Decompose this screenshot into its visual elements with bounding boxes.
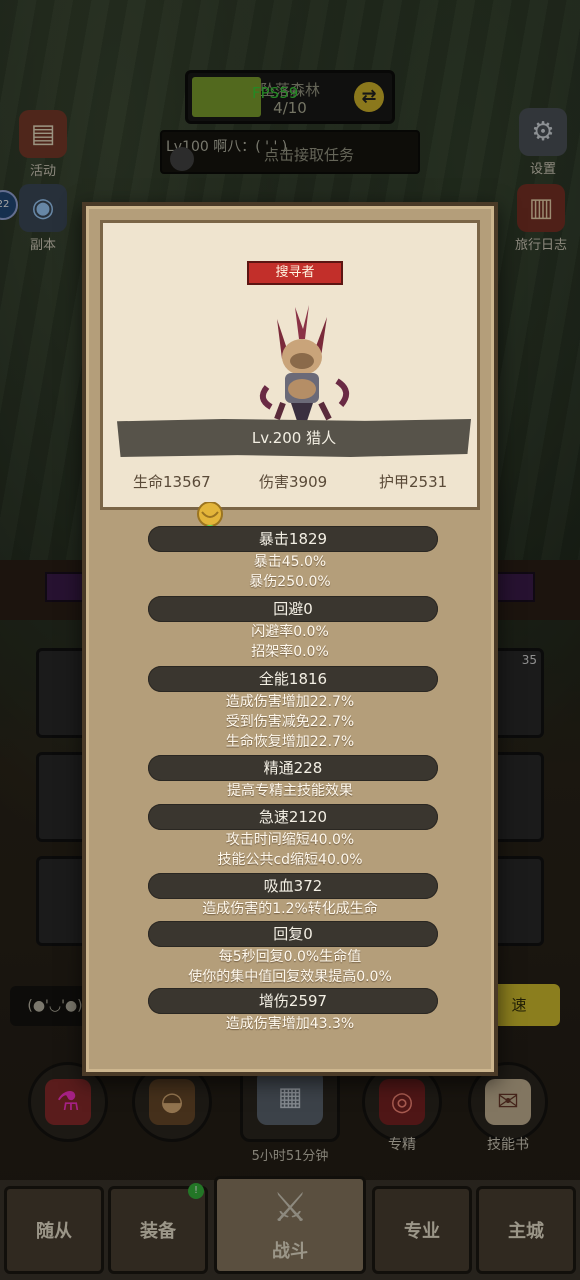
stat-detail-regen-health: 每5秒回复0.0%生命值 (218, 949, 362, 965)
stat-header-lifesteal: 吸血372 (148, 873, 438, 899)
hero-card: 搜寻者 Lv.200 猎人 生命13567 伤害3909 护甲2531 (100, 220, 480, 510)
stat-detail-attack-time: 攻击时间缩短40.0% (225, 832, 355, 848)
stat-detail-damage-bonus: 造成伤害增加43.3% (225, 1016, 355, 1032)
stat-detail-crit-damage: 暴伤250.0% (249, 574, 331, 590)
stat-detail-parry: 招架率0.0% (251, 644, 329, 660)
role-tag: 搜寻者 (247, 261, 343, 285)
armor-stat: 护甲2531 (379, 473, 448, 491)
stat-detail-lifesteal: 造成伤害的1.2%转化成生命 (202, 901, 378, 917)
stat-detail-healing-increase: 生命恢复增加22.7% (225, 734, 355, 750)
stat-detail-damage-increase: 造成伤害增加22.7% (225, 694, 355, 710)
stat-header-haste: 急速2120 (148, 804, 438, 830)
stat-header-mastery: 精通228 (148, 755, 438, 781)
stat-header-damage-bonus: 增伤2597 (148, 988, 438, 1014)
stats-modal: 搜寻者 Lv.200 猎人 生命13567 伤害3909 护甲2531 暴击18… (82, 202, 498, 1076)
stat-header-regen: 回复0 (148, 921, 438, 947)
stat-detail-global-cd: 技能公共cd缩短40.0% (217, 852, 363, 868)
stat-detail-damage-reduction: 受到伤害减免22.7% (225, 714, 355, 730)
hero-level-name: Lv.200 猎人 (117, 419, 471, 457)
damage-stat: 伤害3909 (259, 473, 328, 491)
stat-detail-mastery: 提高专精主技能效果 (227, 783, 353, 799)
stat-header-avoidance: 回避0 (148, 596, 438, 622)
hunter-character-icon (259, 305, 350, 421)
health-stat: 生命13567 (133, 473, 211, 491)
stat-header-versatility: 全能1816 (148, 666, 438, 692)
stat-detail-crit-rate: 暴击45.0% (253, 554, 327, 570)
stat-detail-regen-focus: 使你的集中值回复效果提高0.0% (188, 969, 392, 985)
basic-stats-row: 生命13567 伤害3909 护甲2531 (103, 471, 477, 495)
stat-header-crit: 暴击1829 (148, 526, 438, 552)
stat-detail-dodge: 闪避率0.0% (251, 624, 329, 640)
